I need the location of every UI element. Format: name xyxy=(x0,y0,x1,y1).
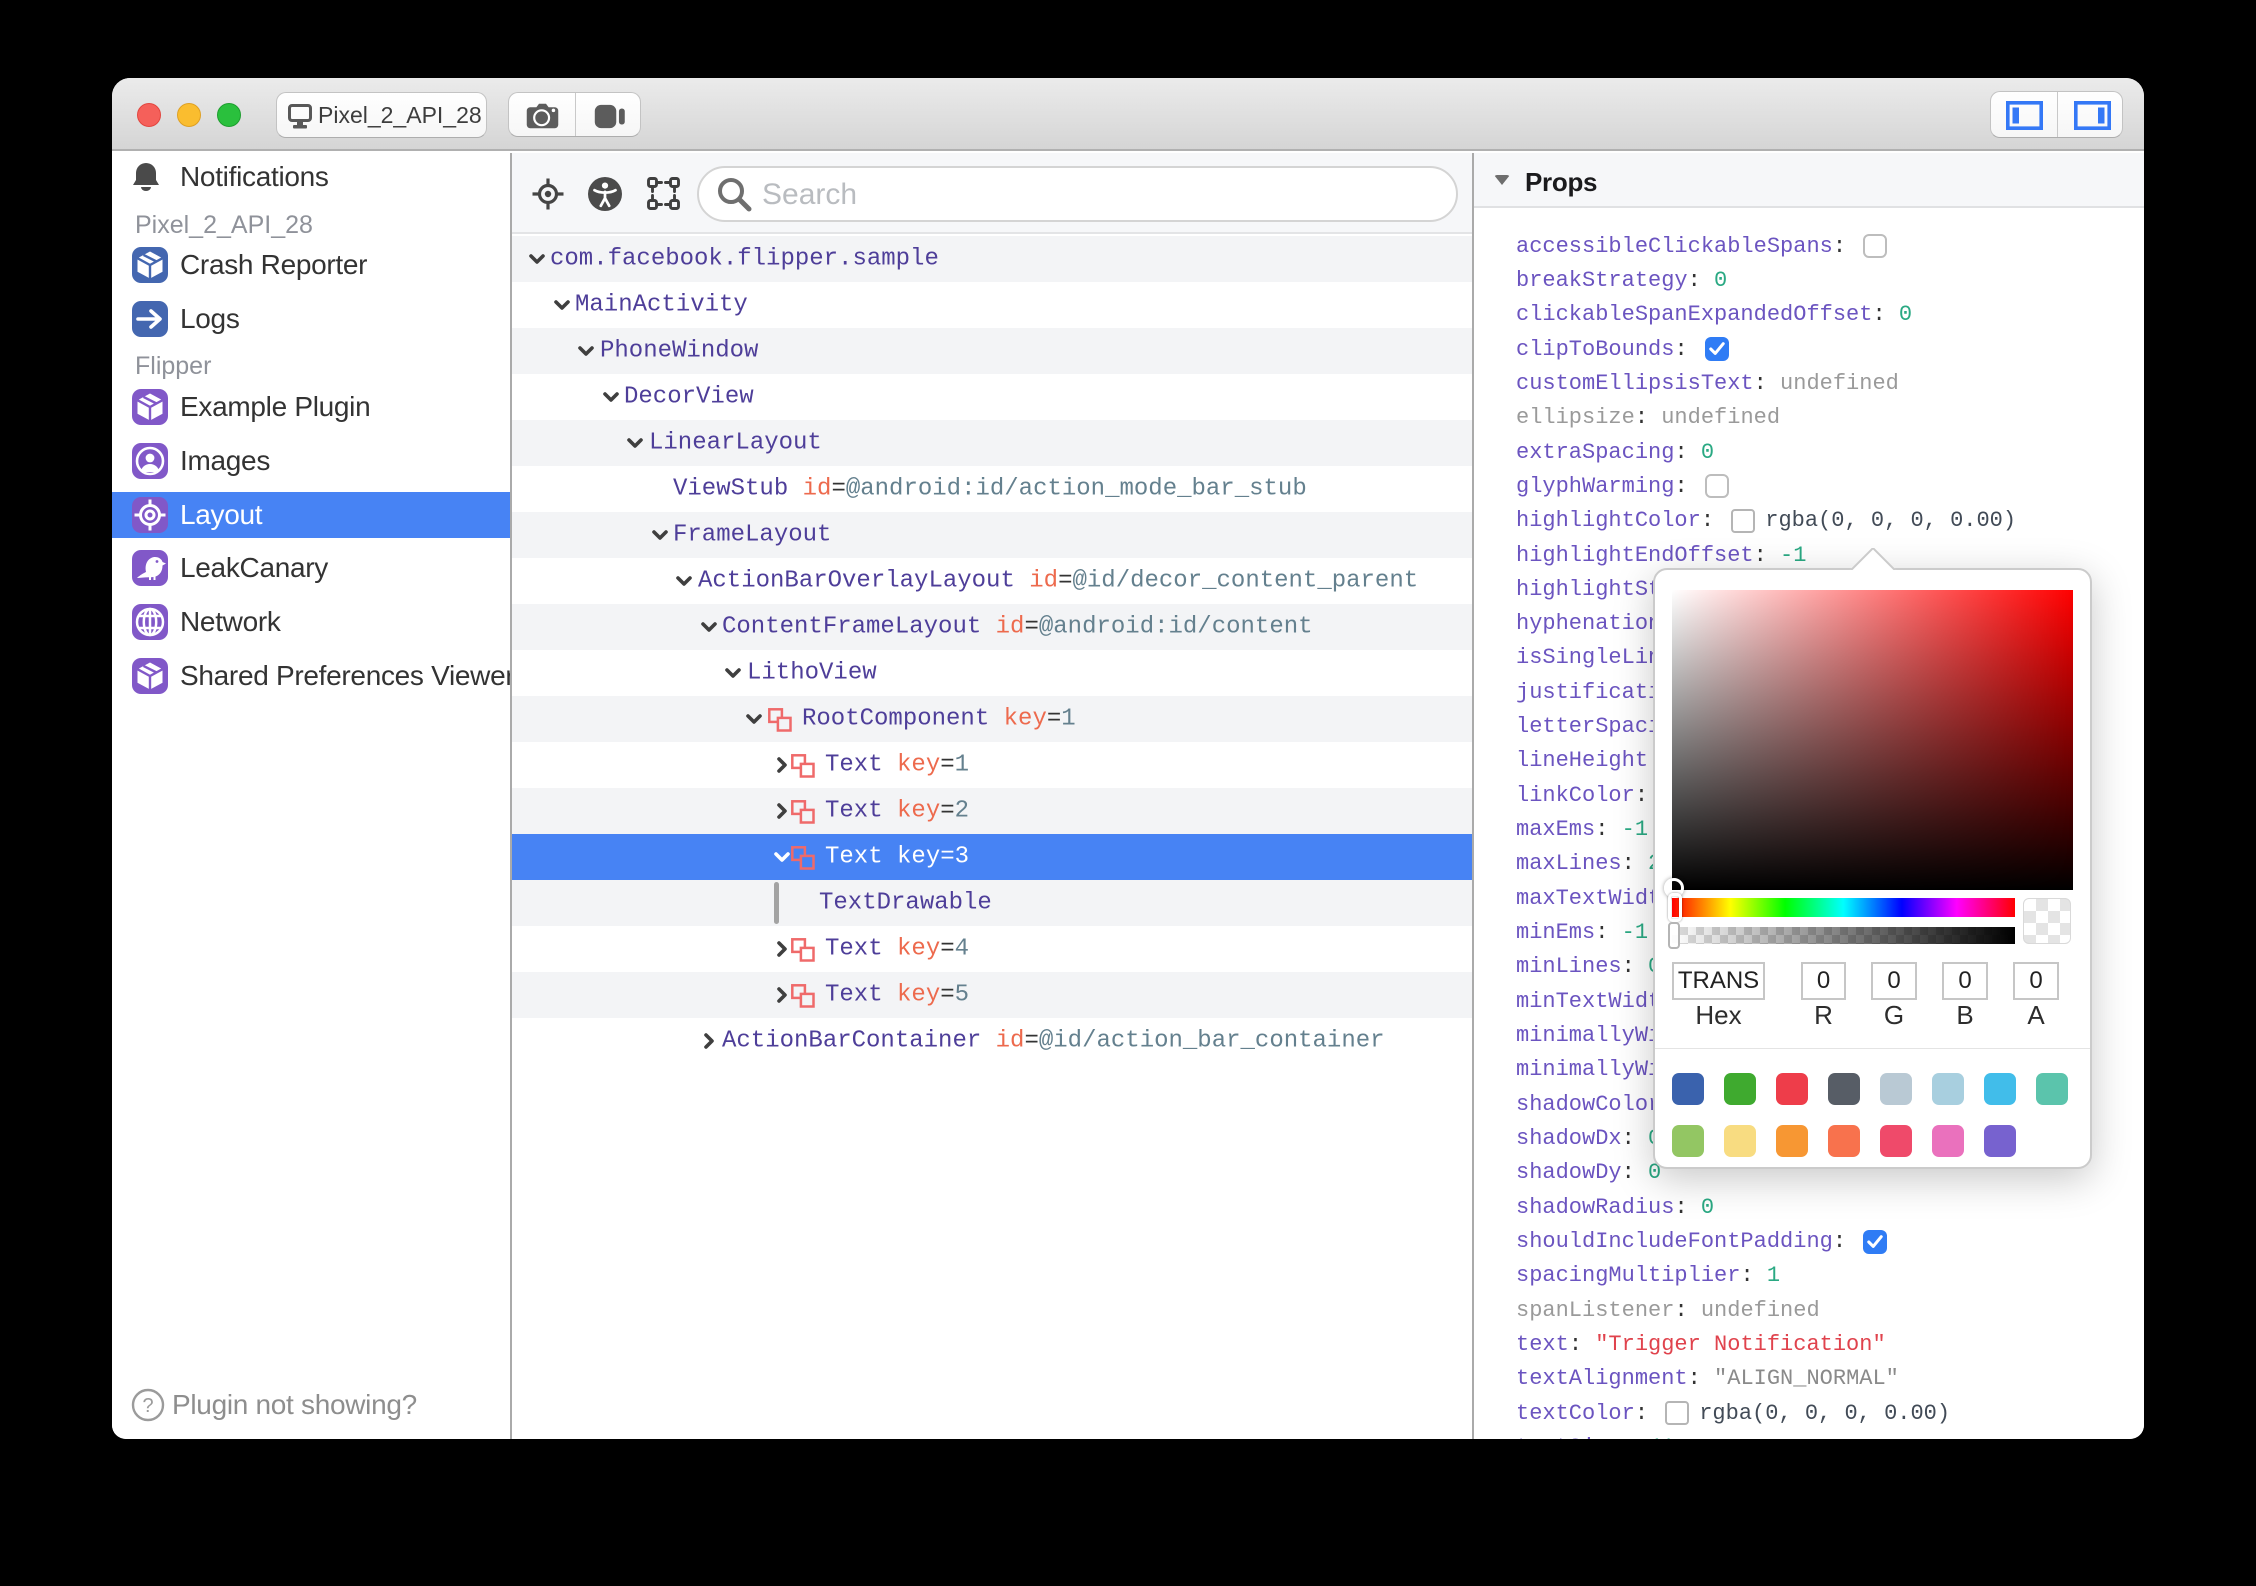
svg-text:?: ? xyxy=(142,1395,153,1417)
